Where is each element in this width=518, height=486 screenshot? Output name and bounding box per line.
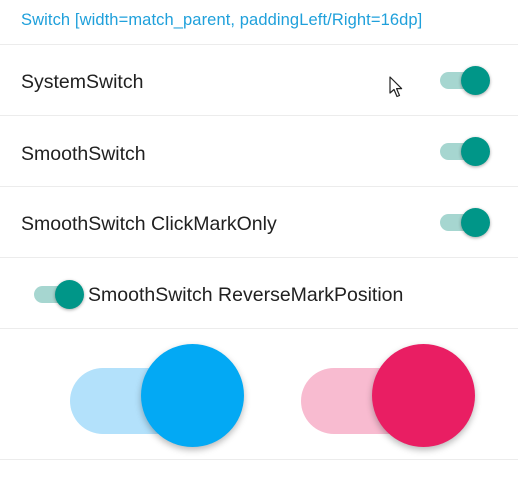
big-blue-thumb	[141, 344, 244, 447]
row-reverse-mark-position[interactable]: SmoothSwitch ReverseMarkPosition	[0, 258, 518, 328]
app-screen: Switch [width=match_parent, paddingLeft/…	[0, 0, 518, 486]
mouse-pointer-icon	[389, 76, 403, 98]
row-click-mark-only: SmoothSwitch ClickMarkOnly	[0, 187, 518, 257]
reverse-mark-label: SmoothSwitch ReverseMarkPosition	[88, 284, 404, 306]
click-mark-only-switch[interactable]	[436, 205, 492, 239]
system-switch-thumb	[461, 66, 490, 95]
smooth-switch[interactable]	[436, 134, 492, 168]
system-switch[interactable]	[436, 63, 492, 97]
smooth-switch-label: SmoothSwitch	[21, 143, 146, 165]
row-smooth-switch[interactable]: SmoothSwitch	[0, 116, 518, 186]
smooth-switch-thumb	[461, 137, 490, 166]
big-pink-switch[interactable]	[297, 339, 481, 451]
divider	[0, 459, 518, 460]
reverse-mark-thumb	[55, 280, 84, 309]
reverse-mark-switch[interactable]	[30, 277, 86, 311]
section-header: Switch [width=match_parent, paddingLeft/…	[21, 11, 423, 29]
row-big-switches	[0, 329, 518, 459]
big-blue-switch[interactable]	[66, 339, 250, 451]
click-mark-only-thumb	[461, 208, 490, 237]
click-mark-only-label: SmoothSwitch ClickMarkOnly	[21, 213, 277, 235]
system-switch-label: SystemSwitch	[21, 71, 144, 93]
big-pink-thumb	[372, 344, 475, 447]
row-system-switch[interactable]: SystemSwitch	[0, 45, 518, 115]
